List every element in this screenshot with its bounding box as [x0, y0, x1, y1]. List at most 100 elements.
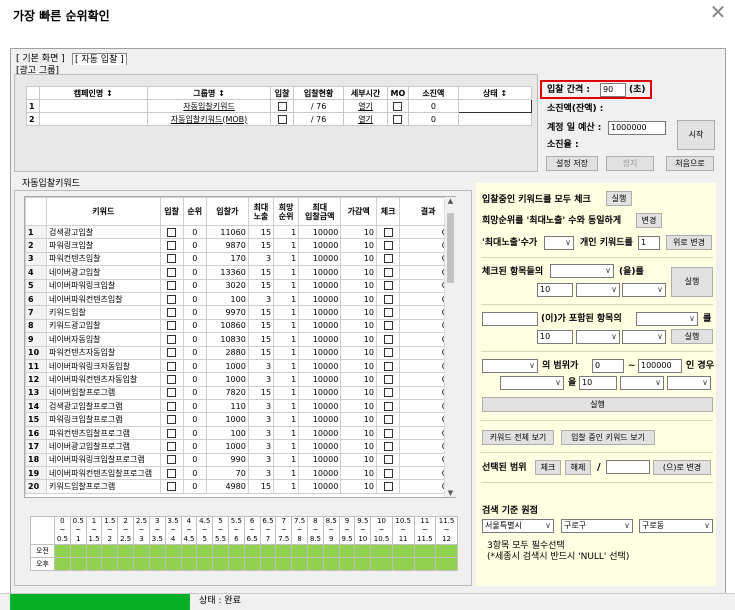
- kw-checkbox[interactable]: [167, 308, 177, 318]
- time-slot-cell[interactable]: [101, 557, 119, 571]
- time-slot-cell[interactable]: [180, 557, 198, 571]
- table-row[interactable]: 2 자동입찰키워드(MOB) / 76 열기 0: [26, 112, 533, 126]
- contains-field-select[interactable]: ∨: [636, 312, 698, 326]
- checked-unit-select[interactable]: ∨: [622, 283, 666, 297]
- kw-header-keyword[interactable]: 키워드: [46, 197, 161, 226]
- contains-run-button[interactable]: 실행: [671, 329, 713, 344]
- header-group[interactable]: 그룹명 ↕: [147, 86, 272, 100]
- personal-kw-input[interactable]: 1: [638, 236, 660, 250]
- uncheck-button[interactable]: 해제: [565, 460, 591, 475]
- time-slot-cell[interactable]: [370, 544, 393, 558]
- checked-op-select[interactable]: ∨: [576, 283, 620, 297]
- time-slot-cell[interactable]: [85, 557, 103, 571]
- keyword-row[interactable]: 1검색광고입찰0110601511000010ON: [25, 224, 455, 240]
- time-slot-cell[interactable]: [322, 544, 340, 558]
- time-slot-cell[interactable]: [259, 544, 277, 558]
- detail-time-link[interactable]: 열기: [343, 112, 388, 126]
- time-slot-cell[interactable]: [69, 544, 87, 558]
- time-slot-cell[interactable]: [85, 544, 103, 558]
- contains-op-select[interactable]: ∨: [576, 330, 620, 344]
- detail-time-link[interactable]: 열기: [343, 99, 388, 113]
- kw-checkbox[interactable]: [383, 415, 393, 425]
- header-campaign[interactable]: 캠페인명 ↕: [38, 86, 149, 100]
- keyword-row[interactable]: 3파워컨텐츠입찰0170311000010ON: [25, 251, 455, 267]
- kw-checkbox[interactable]: [167, 281, 177, 291]
- keyword-row[interactable]: 16파워컨텐츠입찰프로그램0100311000010ON: [25, 425, 455, 441]
- keyword-row[interactable]: 12네이버파워컨텐츠자동입찰01000311000010ON: [25, 372, 455, 387]
- scroll-down-icon[interactable]: ▼: [445, 489, 456, 497]
- kw-checkbox[interactable]: [383, 468, 393, 478]
- kw-checkbox[interactable]: [167, 468, 177, 478]
- kw-checkbox[interactable]: [167, 441, 177, 451]
- group-link[interactable]: 자동입찰키워드(MOB): [147, 112, 272, 126]
- range-target-select[interactable]: ∨: [500, 376, 564, 390]
- kw-checkbox[interactable]: [383, 334, 393, 344]
- time-slot-cell[interactable]: [413, 544, 437, 558]
- kw-checkbox[interactable]: [383, 401, 393, 411]
- first-button[interactable]: 처음으로: [666, 156, 714, 171]
- keyword-row[interactable]: 15파워링크입찰프로그램01000311000010ON: [25, 412, 455, 427]
- kw-checkbox[interactable]: [383, 254, 393, 264]
- kw-checkbox[interactable]: [167, 361, 177, 371]
- kw-checkbox[interactable]: [167, 348, 177, 358]
- time-slot-cell[interactable]: [212, 544, 229, 558]
- keyword-scrollbar[interactable]: ▲ ▼: [444, 197, 456, 497]
- time-slot-cell[interactable]: [69, 557, 87, 571]
- group-link[interactable]: 자동입찰키워드: [147, 99, 272, 113]
- kw-checkbox[interactable]: [383, 294, 393, 304]
- contains-input[interactable]: [482, 312, 538, 326]
- time-slot-cell[interactable]: [164, 544, 182, 558]
- keyword-row[interactable]: 8키워드광고입찰0108601511000010ON: [25, 318, 455, 334]
- kw-checkbox[interactable]: [167, 388, 177, 398]
- kw-checkbox[interactable]: [167, 455, 177, 465]
- stop-button[interactable]: 정지: [606, 156, 654, 171]
- kw-checkbox[interactable]: [167, 227, 177, 237]
- time-slot-cell[interactable]: [338, 557, 356, 571]
- time-slot-cell[interactable]: [54, 557, 71, 571]
- region1-select[interactable]: 서울특별시 ∨: [482, 519, 554, 533]
- time-slot-cell[interactable]: [391, 557, 415, 571]
- max-exposure-select[interactable]: ∨: [544, 236, 574, 250]
- time-slot-cell[interactable]: [354, 557, 372, 571]
- time-slot-cell[interactable]: [259, 557, 277, 571]
- start-button[interactable]: 시작: [677, 120, 715, 150]
- kw-checkbox[interactable]: [167, 267, 177, 277]
- mo-checkbox[interactable]: [393, 114, 403, 124]
- time-slot-cell[interactable]: [196, 557, 214, 571]
- kw-checkbox[interactable]: [383, 241, 393, 251]
- contains-unit-select[interactable]: ∨: [622, 330, 666, 344]
- interval-input[interactable]: 90: [600, 83, 626, 97]
- mo-checkbox[interactable]: [393, 101, 403, 111]
- to-change-button[interactable]: (으)로 변경: [653, 460, 711, 475]
- kw-checkbox[interactable]: [383, 308, 393, 318]
- check-button[interactable]: 체크: [535, 460, 561, 475]
- kw-checkbox[interactable]: [383, 455, 393, 465]
- region3-select[interactable]: 구로동 ∨: [639, 519, 713, 533]
- keyword-row[interactable]: 5네이버파워링크입찰030201511000010ON: [25, 278, 455, 293]
- keyword-row[interactable]: 6네이버파워컨텐츠입찰0100311000010ON: [25, 291, 455, 307]
- time-slot-cell[interactable]: [133, 544, 150, 558]
- kw-checkbox[interactable]: [167, 401, 177, 411]
- keyword-row[interactable]: 14검색광고입찰프로그램0110311000010ON: [25, 399, 455, 414]
- time-slot-cell[interactable]: [196, 544, 214, 558]
- kw-checkbox[interactable]: [383, 374, 393, 384]
- kw-checkbox[interactable]: [383, 388, 393, 398]
- time-slot-cell[interactable]: [101, 544, 119, 558]
- tab-basic[interactable]: [ 기본 화면 ]: [14, 53, 67, 65]
- kw-checkbox[interactable]: [383, 428, 393, 438]
- kw-checkbox[interactable]: [383, 267, 393, 277]
- range-from-input[interactable]: 0: [592, 359, 624, 373]
- selected-value-input[interactable]: [606, 460, 650, 474]
- kw-checkbox[interactable]: [167, 415, 177, 425]
- kw-checkbox[interactable]: [383, 281, 393, 291]
- time-slot-cell[interactable]: [275, 544, 293, 558]
- keyword-row[interactable]: 9네이버자동입찰0108301511000010ON: [25, 332, 455, 347]
- header-state[interactable]: 상태 ↕: [457, 86, 533, 100]
- kw-checkbox[interactable]: [167, 294, 177, 304]
- time-slot-cell[interactable]: [243, 544, 261, 558]
- keyword-row[interactable]: 18네이버파워링크입찰프로그램0990311000010ON: [25, 452, 455, 468]
- scroll-up-icon[interactable]: ▲: [445, 197, 456, 205]
- time-slot-cell[interactable]: [275, 557, 293, 571]
- budget-input[interactable]: 1000000: [608, 121, 666, 135]
- time-slot-cell[interactable]: [148, 557, 166, 571]
